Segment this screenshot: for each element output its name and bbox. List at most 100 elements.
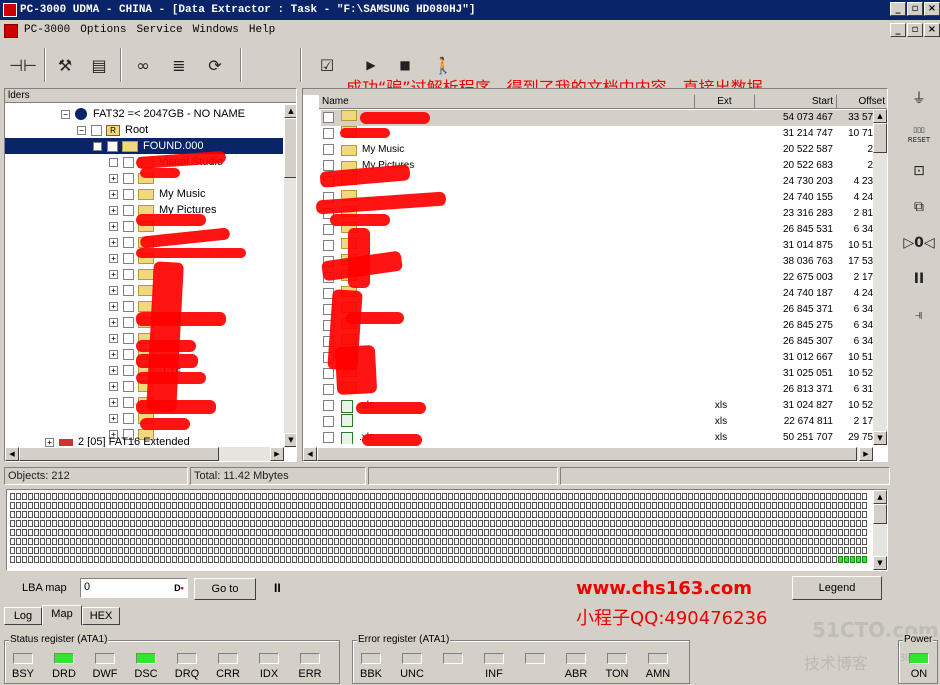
tools-icon[interactable]: ⚒	[50, 50, 80, 80]
checkbox[interactable]	[323, 144, 334, 155]
menu-help[interactable]: Help	[249, 20, 275, 41]
binoculars-icon[interactable]: ∞	[128, 50, 158, 80]
tree-row-root[interactable]: − R Root	[77, 122, 148, 138]
expand-icon[interactable]: +	[109, 221, 118, 231]
connect-icon[interactable]: ⊣⊢	[8, 50, 38, 80]
expand-icon[interactable]: +	[109, 173, 118, 183]
expand-icon[interactable]: +	[109, 349, 118, 359]
tree-row-fat32[interactable]: − FAT32 =< 2047GB - NO NAME	[61, 106, 245, 122]
power-connector-icon[interactable]: ⏚	[904, 84, 934, 114]
expand-icon[interactable]: +	[109, 237, 118, 247]
column-offset[interactable]: Offset	[837, 95, 887, 109]
legend-button[interactable]: Legend	[792, 576, 882, 600]
checkbox[interactable]	[323, 384, 334, 395]
tree-row-fat16[interactable]: + 2 [05] FAT16 Extended	[45, 434, 190, 447]
pc3000-menu-icon[interactable]	[4, 23, 18, 38]
connector-icon[interactable]: ⫣	[904, 300, 934, 330]
checkbox[interactable]	[323, 112, 334, 123]
list-row[interactable]: 26 813 371 6 314 3	[321, 382, 873, 398]
checkbox[interactable]	[123, 380, 134, 392]
list-row[interactable]: 31 014 875 10 515 8	[321, 238, 873, 254]
list-row[interactable]: 31 214 747 10 715 7	[321, 126, 873, 142]
goto-button[interactable]: Go to	[194, 578, 256, 600]
checkbox[interactable]	[323, 416, 334, 427]
pause-map-button[interactable]: II	[274, 581, 281, 595]
mdi-restore-icon[interactable]: ▫	[907, 23, 923, 37]
reset-icon[interactable]: ▯▯▯ RESET	[904, 120, 934, 150]
column-ext[interactable]: Ext	[695, 95, 755, 109]
checkbox[interactable]	[323, 432, 334, 443]
scroll-up-icon[interactable]: ▲	[284, 104, 296, 118]
dec-hex-icon[interactable]: D•	[173, 582, 185, 594]
expand-icon[interactable]	[109, 157, 118, 167]
restore-icon[interactable]: ▫	[907, 2, 923, 16]
menu-pc3000[interactable]: PC-3000	[24, 20, 70, 41]
scroll-left-icon[interactable]: ◀	[5, 447, 19, 461]
tree-row-folder[interactable]: +	[109, 266, 159, 282]
list-row[interactable]: 26 845 275 6 346 2	[321, 318, 873, 334]
expand-icon[interactable]: +	[109, 397, 118, 407]
tree-hscroll[interactable]: ◀ ▶	[5, 447, 284, 461]
checkbox[interactable]	[323, 128, 334, 139]
expand-icon[interactable]: +	[109, 269, 118, 279]
expand-icon[interactable]: +	[109, 285, 118, 295]
list-row[interactable]: xls 22 674 811 2 175 8	[321, 414, 873, 430]
checkbox[interactable]	[123, 220, 134, 232]
minimize-icon[interactable]: _	[890, 2, 906, 16]
expand-icon[interactable]: +	[109, 253, 118, 263]
mdi-close-icon[interactable]: ×	[924, 23, 940, 37]
expand-icon[interactable]: +	[109, 317, 118, 327]
menu-options[interactable]: Options	[80, 20, 126, 41]
list-hscroll[interactable]: ◀ ▶	[303, 447, 873, 461]
expand-icon[interactable]: +	[109, 205, 118, 215]
tab-log[interactable]: Log	[4, 607, 42, 625]
jumper-icon[interactable]: ⊡	[904, 156, 934, 186]
copy-icon[interactable]: ⧉	[904, 192, 934, 222]
lba-input[interactable]: 0 D•	[80, 578, 188, 598]
checkbox[interactable]	[123, 284, 134, 296]
tree-row-found000[interactable]: − FOUND.000	[5, 138, 283, 154]
checkbox[interactable]	[107, 140, 118, 152]
lba-map-grid[interactable]: ▲ ▼	[6, 489, 888, 571]
checkbox[interactable]	[123, 332, 134, 344]
checkbox[interactable]	[91, 124, 102, 136]
checkbox[interactable]	[123, 188, 134, 200]
mdi-minimize-icon[interactable]: _	[890, 23, 906, 37]
checkbox[interactable]	[323, 400, 334, 411]
document-icon[interactable]: ▤	[84, 50, 114, 80]
expand-icon[interactable]: +	[109, 189, 118, 199]
scroll-down-icon[interactable]: ▼	[284, 433, 296, 447]
refresh-icon[interactable]: ⟳	[200, 50, 230, 80]
expand-icon[interactable]: +	[109, 301, 118, 311]
scroll-up-icon[interactable]: ▲	[873, 490, 887, 504]
checkbox[interactable]	[123, 236, 134, 248]
checkbox[interactable]	[123, 316, 134, 328]
list-row[interactable]: 31 025 051 10 526 0	[321, 366, 873, 382]
scroll-thumb[interactable]	[19, 447, 219, 461]
list-row[interactable]: 31 012 667 10 513 6	[321, 350, 873, 366]
checklist-icon[interactable]: ☑	[312, 50, 342, 80]
tree-vscroll[interactable]: ▲ ▼	[284, 104, 296, 447]
scroll-thumb[interactable]	[873, 504, 887, 524]
list-row[interactable]: 24 740 187 4 241 1	[321, 286, 873, 302]
checkbox[interactable]	[123, 204, 134, 216]
map-vscroll[interactable]: ▲ ▼	[873, 490, 887, 570]
checkbox[interactable]	[123, 364, 134, 376]
list-row[interactable]: 26 845 531 6 346 5	[321, 222, 873, 238]
checkbox[interactable]	[123, 268, 134, 280]
scroll-right-icon[interactable]: ▶	[270, 447, 284, 461]
pause-icon[interactable]: II	[904, 264, 934, 294]
checkbox[interactable]	[123, 348, 134, 360]
scroll-down-icon[interactable]: ▼	[873, 556, 887, 570]
list-row[interactable]: 38 036 763 17 537 7	[321, 254, 873, 270]
checkbox[interactable]	[323, 368, 334, 379]
checkbox[interactable]	[123, 300, 134, 312]
checkbox[interactable]	[123, 412, 134, 424]
checkbox[interactable]	[123, 156, 134, 168]
menu-windows[interactable]: Windows	[193, 20, 239, 41]
column-name[interactable]: Name	[319, 95, 695, 109]
checkbox[interactable]	[323, 240, 334, 251]
scroll-thumb[interactable]	[284, 118, 296, 178]
expand-icon[interactable]: +	[109, 333, 118, 343]
expand-icon[interactable]: +	[109, 365, 118, 375]
